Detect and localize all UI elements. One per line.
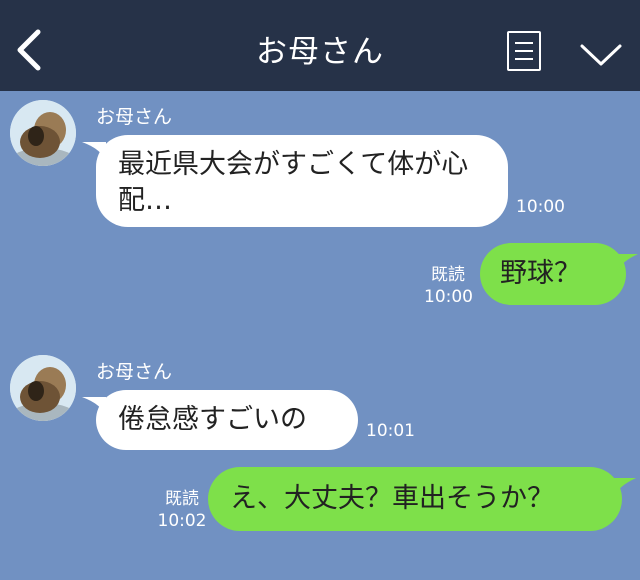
- message-bubble[interactable]: 野球？: [480, 243, 626, 305]
- read-receipt: 既読 10:00: [424, 264, 473, 308]
- chevron-down-icon: [580, 44, 622, 66]
- avatar-image: [10, 355, 76, 421]
- message-bubble[interactable]: え、大丈夫？車出そうか？: [208, 467, 622, 531]
- message-bubble[interactable]: 最近県大会がすごくて体が心配…: [96, 135, 508, 227]
- read-label: 既読: [165, 489, 199, 509]
- menu-line: [515, 58, 533, 60]
- message-bubble[interactable]: 倦怠感すごいの: [96, 390, 358, 450]
- message-text: 最近県大会がすごくて体が心配…: [118, 149, 469, 216]
- avatar[interactable]: [10, 100, 76, 166]
- message-time: 10:01: [366, 421, 415, 441]
- collapse-button[interactable]: [578, 36, 624, 72]
- message-time: 10:00: [516, 197, 565, 217]
- avatar-image: [10, 100, 76, 166]
- menu-list-icon: [515, 42, 533, 44]
- sender-name: お母さん: [96, 361, 173, 383]
- sender-name: お母さん: [96, 106, 173, 128]
- bubble-tail: [616, 254, 638, 272]
- read-label: 既読: [431, 265, 465, 285]
- bubble-tail: [614, 478, 636, 496]
- menu-button[interactable]: [507, 31, 541, 71]
- message-time: 10:00: [424, 287, 473, 307]
- chat-title: お母さん: [256, 34, 384, 70]
- message-text: え、大丈夫？車出そうか？: [230, 483, 554, 514]
- message-text: 野球？: [500, 258, 581, 289]
- chat-header: お母さん: [0, 0, 640, 91]
- read-receipt: 既読 10:02: [156, 488, 208, 532]
- message-time: 10:02: [157, 511, 207, 531]
- message-text: 倦怠感すごいの: [118, 404, 307, 435]
- menu-line: [515, 50, 533, 52]
- avatar[interactable]: [10, 355, 76, 421]
